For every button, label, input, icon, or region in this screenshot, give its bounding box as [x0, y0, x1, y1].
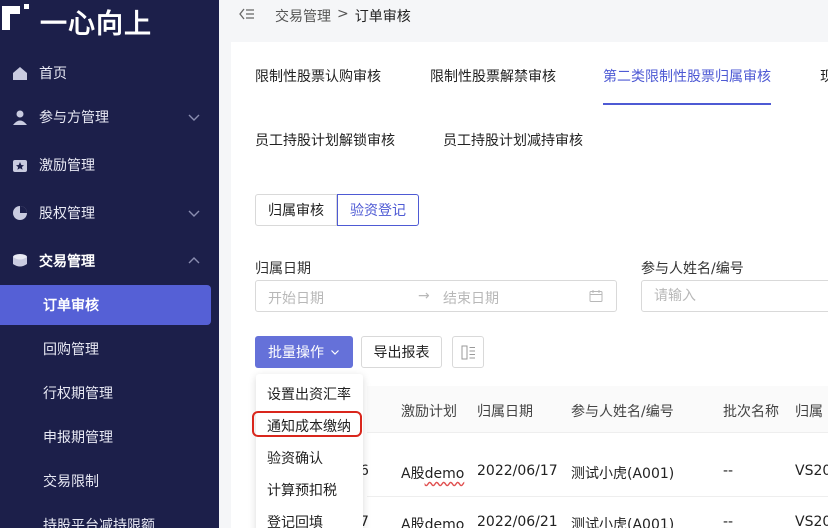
column-header: 参与人姓名/编号	[571, 404, 674, 420]
sidebar-subitem-label: 持股平台减持限额	[43, 518, 155, 528]
sidebar-subitem-declaration-period[interactable]: 申报期管理	[0, 417, 219, 457]
sidebar-subitem-exercise-period[interactable]: 行权期管理	[0, 373, 219, 413]
people-icon	[13, 110, 27, 125]
column-header: 归属	[795, 404, 823, 420]
export-report-button[interactable]: 导出报表	[361, 336, 442, 368]
row-divider	[367, 496, 828, 497]
sidebar-subitem-label: 交易限制	[43, 474, 99, 490]
collapse-menu-icon[interactable]	[239, 6, 255, 22]
vesting-cell: VS20	[795, 514, 828, 528]
active-tab-indicator	[603, 103, 771, 105]
chevron-down-icon	[188, 210, 200, 217]
tab-restricted-unlock[interactable]: 限制性股票解禁审核	[430, 66, 556, 86]
sidebar-subitem-label: 行权期管理	[43, 386, 113, 402]
incentive-icon	[13, 160, 27, 172]
person-cell: 测试小虎(A001)	[571, 517, 675, 528]
sidebar-item-trade[interactable]: 交易管理	[0, 241, 219, 281]
sidebar-subitem-label: 申报期管理	[43, 430, 113, 446]
sidebar-subitem-label: 回购管理	[43, 342, 99, 358]
chevron-up-icon	[188, 257, 200, 264]
date-cell: 2022/06/21	[477, 514, 558, 528]
tab-cut-off[interactable]: 现	[820, 66, 828, 86]
tab-restricted-subscription[interactable]: 限制性股票认购审核	[255, 66, 381, 86]
segment-vesting-review[interactable]: 归属审核	[255, 194, 337, 226]
column-header: 归属日期	[477, 404, 533, 420]
plan-demo: demo	[424, 466, 465, 482]
sidebar: 一心向上 首页 参与方管理 激励管理 股权管理 交易管理 订单审核 回购管理 行…	[0, 0, 219, 528]
plan-demo: demo	[424, 517, 465, 528]
chevron-down-icon	[188, 114, 200, 121]
start-date-placeholder[interactable]: 开始日期	[268, 288, 324, 308]
segment-control: 归属审核 验资登记	[255, 194, 419, 226]
plan-prefix: A股	[401, 466, 425, 482]
sidebar-item-label: 首页	[39, 66, 67, 82]
chevron-down-icon	[331, 350, 339, 355]
home-icon	[13, 67, 27, 80]
date-cell: 2022/06/17	[477, 463, 558, 479]
person-search-input[interactable]: 请输入	[641, 280, 828, 312]
tab-class2-vesting[interactable]: 第二类限制性股票归属审核	[603, 66, 771, 86]
sidebar-subitem-trade-restriction[interactable]: 交易限制	[0, 461, 219, 501]
breadcrumb-parent[interactable]: 交易管理	[275, 6, 331, 26]
sidebar-item-label: 交易管理	[39, 254, 95, 270]
breadcrumb: 交易管理 > 订单审核	[219, 0, 828, 32]
sidebar-item-participants[interactable]: 参与方管理	[0, 97, 219, 137]
person-label: 参与人姓名/编号	[641, 261, 744, 277]
date-range-picker[interactable]: 开始日期 → 结束日期	[255, 280, 617, 312]
sidebar-item-home[interactable]: 首页	[0, 53, 219, 93]
menu-item-calculate-withholding[interactable]: 计算预扣税	[267, 480, 337, 500]
range-arrow: →	[418, 288, 430, 304]
trade-icon	[13, 254, 27, 267]
date-label: 归属日期	[255, 261, 311, 277]
menu-item-set-exchange-rate[interactable]: 设置出资汇率	[267, 384, 351, 404]
column-settings-button[interactable]	[452, 336, 484, 368]
tab-esop-reduction[interactable]: 员工持股计划减持审核	[443, 130, 583, 150]
breadcrumb-current: 订单审核	[354, 9, 411, 25]
batch-cell: --	[723, 463, 734, 479]
menu-item-capital-verification[interactable]: 验资确认	[267, 448, 323, 468]
sidebar-item-label: 参与方管理	[39, 110, 109, 126]
app-name: 一心向上	[40, 9, 152, 40]
batch-actions-button[interactable]: 批量操作	[255, 336, 353, 368]
breadcrumb-separator: >	[337, 6, 349, 22]
tab-esop-unlock[interactable]: 员工持股计划解锁审核	[255, 130, 395, 150]
segment-capital-registration[interactable]: 验资登记	[337, 194, 419, 226]
highlight-box	[252, 411, 362, 437]
sidebar-item-incentive[interactable]: 激励管理	[0, 145, 219, 185]
column-header: 批次名称	[723, 404, 779, 420]
column-header: 激励计划	[401, 404, 457, 420]
calendar-icon	[589, 290, 603, 302]
sidebar-item-label: 激励管理	[39, 158, 95, 174]
menu-item-registration-backfill[interactable]: 登记回填	[267, 512, 323, 528]
sidebar-subitem-order-review[interactable]: 订单审核	[0, 285, 211, 325]
sidebar-item-equity[interactable]: 股权管理	[0, 193, 219, 233]
plan-cell: A股demo	[401, 514, 464, 528]
equity-icon	[13, 206, 27, 220]
vesting-cell: VS20	[795, 463, 828, 479]
sidebar-item-label: 股权管理	[39, 206, 95, 222]
sidebar-subitem-buyback[interactable]: 回购管理	[0, 329, 219, 369]
sidebar-subitem-reduction-limit[interactable]: 持股平台减持限额	[0, 505, 219, 528]
person-cell: 测试小虎(A001)	[571, 466, 675, 482]
row-divider	[367, 432, 828, 433]
end-date-placeholder[interactable]: 结束日期	[443, 288, 499, 308]
batch-actions-label: 批量操作	[268, 345, 324, 361]
plan-prefix: A股	[401, 517, 425, 528]
column-settings-icon	[461, 345, 475, 360]
sidebar-subitem-label: 订单审核	[43, 298, 99, 314]
plan-cell: A股demo	[401, 463, 464, 483]
batch-cell: --	[723, 514, 734, 528]
logo-mark-icon	[2, 4, 29, 30]
batch-actions-menu: 设置出资汇率 通知成本缴纳 验资确认 计算预扣税 登记回填	[256, 374, 363, 528]
logo[interactable]: 一心向上	[0, 0, 219, 40]
